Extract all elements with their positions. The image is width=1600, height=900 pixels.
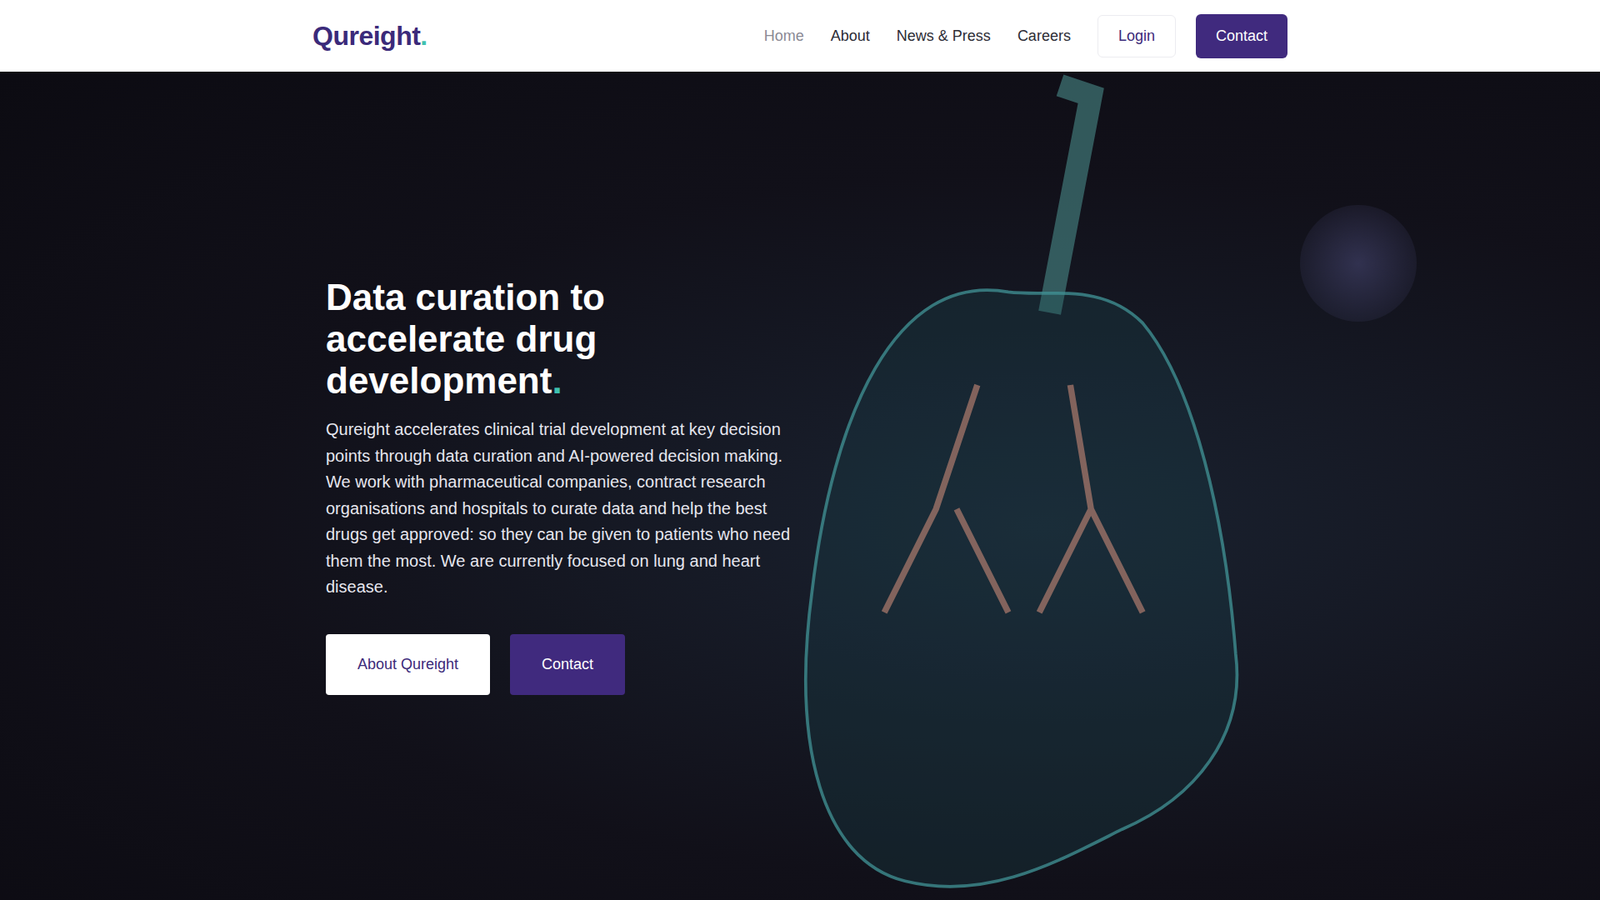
nav-link[interactable]: Home xyxy=(764,27,805,45)
hero-buttons: About Qureight Contact xyxy=(325,634,793,695)
glow xyxy=(1300,205,1417,322)
login-button[interactable]: Login xyxy=(1097,15,1176,58)
nav-menu: Home About News & Press Careers Login Contact xyxy=(764,14,1288,59)
hero-button[interactable]: About Qureight xyxy=(325,634,490,695)
hero: Data curation to accelerate drug develop… xyxy=(0,71,1600,900)
hero-content: Data curation to accelerate drug develop… xyxy=(325,276,793,695)
logo-dot: . xyxy=(420,20,427,51)
hero-title: Data curation to accelerate drug develop… xyxy=(325,276,793,402)
hero-image xyxy=(0,71,1600,900)
hero-description: Qureight accelerates clinical trial deve… xyxy=(325,416,793,601)
lung-icon xyxy=(750,71,1267,900)
page: Qureight. Home About News & Press Careers Log… xyxy=(0,0,1600,900)
hero-button[interactable]: Contact xyxy=(510,634,625,695)
nav-link[interactable]: News & Press xyxy=(896,27,991,45)
nav-link[interactable]: About xyxy=(830,27,870,45)
nav-link[interactable]: Careers xyxy=(1017,27,1071,45)
contact-button[interactable]: Contact xyxy=(1195,14,1288,59)
logo[interactable]: Qureight. xyxy=(312,20,428,52)
navbar: Qureight. Home About News & Press Careers Log… xyxy=(0,0,1600,72)
